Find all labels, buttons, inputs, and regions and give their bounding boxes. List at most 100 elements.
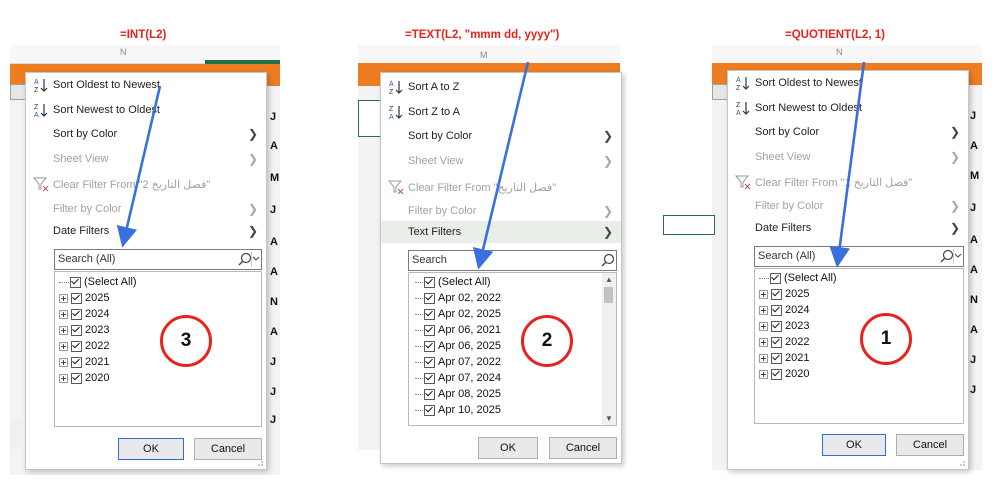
cancel-button[interactable]: Cancel: [896, 434, 964, 456]
list-item[interactable]: 2021: [59, 354, 109, 370]
ok-button[interactable]: OK: [822, 434, 886, 456]
checkbox-icon[interactable]: [771, 304, 782, 316]
list-item[interactable]: 2023: [759, 318, 809, 334]
expand-icon[interactable]: [59, 357, 68, 367]
scroll-thumb[interactable]: [604, 287, 613, 303]
list-item-select-all[interactable]: (Select All): [415, 274, 491, 290]
expand-icon[interactable]: [59, 325, 68, 335]
expand-icon[interactable]: [759, 305, 768, 315]
list-scrollbar[interactable]: ▲ ▼: [602, 273, 616, 425]
list-item[interactable]: 2022: [59, 338, 109, 354]
search-input-3[interactable]: Search (All): [754, 246, 964, 267]
list-item-select-all[interactable]: (Select All): [59, 274, 137, 290]
search-icon[interactable]: [600, 251, 616, 270]
expand-icon[interactable]: [59, 309, 68, 319]
checkbox-icon[interactable]: [71, 372, 82, 384]
cell-letter: J: [270, 414, 277, 426]
filter-values-list-3[interactable]: (Select All) 2025 2024 2023 2022 2021 20…: [754, 268, 964, 424]
list-item[interactable]: 2020: [759, 366, 809, 382]
list-item[interactable]: Apr 06, 2021: [415, 322, 501, 338]
checkbox-icon[interactable]: [424, 324, 435, 336]
scroll-down-icon[interactable]: ▼: [605, 414, 613, 423]
expand-icon[interactable]: [759, 289, 768, 299]
checkbox-icon[interactable]: [424, 340, 435, 352]
checkbox-icon[interactable]: [770, 272, 781, 284]
list-item[interactable]: Apr 07, 2024: [415, 370, 501, 386]
menu-sort-by-color[interactable]: Sort by Color ❯: [26, 123, 266, 145]
list-item[interactable]: 2025: [759, 286, 809, 302]
checkbox-icon[interactable]: [424, 372, 435, 384]
checkbox-icon[interactable]: [424, 404, 435, 416]
list-item[interactable]: 2020: [59, 370, 109, 386]
search-icon[interactable]: [937, 247, 963, 266]
checkbox-icon[interactable]: [71, 292, 82, 304]
checkbox-icon[interactable]: [424, 388, 435, 400]
menu-text-filters[interactable]: Text Filters ❯: [381, 221, 621, 243]
list-item[interactable]: Apr 10, 2025: [415, 402, 501, 418]
checkbox-icon[interactable]: [71, 356, 82, 368]
list-item[interactable]: Apr 02, 2022: [415, 290, 501, 306]
resize-grip-icon[interactable]: [958, 459, 966, 467]
expand-icon[interactable]: [59, 341, 68, 351]
filter-values-list-1[interactable]: (Select All) 2025 2024 2023 2022 2021 20…: [54, 271, 262, 427]
cancel-button[interactable]: Cancel: [549, 437, 617, 459]
expand-icon[interactable]: [759, 353, 768, 363]
list-item[interactable]: 2025: [59, 290, 109, 306]
expand-icon[interactable]: [759, 321, 768, 331]
menu-sort-by-color[interactable]: Sort by Color ❯: [728, 121, 968, 143]
scroll-up-icon[interactable]: ▲: [605, 275, 613, 284]
menu-sort-az[interactable]: AZ Sort A to Z: [381, 76, 621, 98]
filter-values-list-2[interactable]: (Select All) Apr 02, 2022 Apr 02, 2025 A…: [408, 272, 617, 426]
menu-date-filters[interactable]: Date Filters ❯: [26, 220, 266, 242]
menu-sort-asc[interactable]: AZ Sort Oldest to Newest: [26, 74, 266, 96]
ok-button[interactable]: OK: [118, 438, 184, 460]
list-item[interactable]: 2023: [59, 322, 109, 338]
list-item[interactable]: 2021: [759, 350, 809, 366]
checkbox-icon[interactable]: [71, 308, 82, 320]
checkbox-icon[interactable]: [424, 292, 435, 304]
checkbox-icon[interactable]: [424, 276, 435, 288]
menu-sort-desc[interactable]: ZA Sort Newest to Oldest: [26, 99, 266, 121]
checkbox-icon[interactable]: [771, 368, 782, 380]
search-icon[interactable]: [235, 250, 261, 269]
list-item-label: 2022: [785, 336, 810, 348]
list-item[interactable]: Apr 08, 2025: [415, 386, 501, 402]
menu-date-filters[interactable]: Date Filters ❯: [728, 217, 968, 239]
list-item[interactable]: 2024: [59, 306, 109, 322]
checkbox-icon[interactable]: [771, 352, 782, 364]
list-item[interactable]: 2024: [759, 302, 809, 318]
search-input-2[interactable]: Search: [408, 250, 617, 271]
expand-icon[interactable]: [59, 373, 68, 383]
checkbox-icon[interactable]: [771, 320, 782, 332]
checkbox-icon[interactable]: [70, 276, 81, 288]
expand-icon[interactable]: [59, 293, 68, 303]
sort-az-icon: AZ: [388, 79, 404, 95]
menu-sort-za[interactable]: ZA Sort Z to A: [381, 101, 621, 123]
checkbox-icon[interactable]: [71, 340, 82, 352]
svg-text:A: A: [34, 112, 39, 118]
checkbox-icon[interactable]: [424, 308, 435, 320]
resize-grip-icon[interactable]: [256, 459, 264, 467]
list-item[interactable]: 2022: [759, 334, 809, 350]
menu-sort-asc[interactable]: AZ Sort Oldest to Newest: [728, 72, 968, 94]
filter-dropdown-2[interactable]: AZ Sort A to Z ZA Sort Z to A Sort by Co…: [380, 72, 622, 464]
menu-sort-by-color[interactable]: Sort by Color ❯: [381, 125, 621, 147]
list-item-select-all[interactable]: (Select All): [759, 270, 837, 286]
expand-icon[interactable]: [759, 337, 768, 347]
list-item[interactable]: Apr 07, 2022: [415, 354, 501, 370]
cancel-button[interactable]: Cancel: [194, 438, 262, 460]
filter-dropdown-1[interactable]: AZ Sort Oldest to Newest ZA Sort Newest …: [25, 72, 267, 470]
list-item[interactable]: Apr 02, 2025: [415, 306, 501, 322]
dropdown-cell-3[interactable]: [712, 84, 728, 100]
ok-button[interactable]: OK: [478, 437, 538, 459]
dropdown-cell-1[interactable]: [10, 84, 26, 100]
list-item[interactable]: Apr 06, 2025: [415, 338, 501, 354]
checkbox-icon[interactable]: [424, 356, 435, 368]
checkbox-icon[interactable]: [771, 288, 782, 300]
search-input-1[interactable]: Search (All): [54, 249, 262, 270]
expand-icon[interactable]: [759, 369, 768, 379]
checkbox-icon[interactable]: [771, 336, 782, 348]
checkbox-icon[interactable]: [71, 324, 82, 336]
menu-sort-desc[interactable]: ZA Sort Newest to Oldest: [728, 97, 968, 119]
filter-dropdown-3[interactable]: AZ Sort Oldest to Newest ZA Sort Newest …: [727, 70, 969, 470]
